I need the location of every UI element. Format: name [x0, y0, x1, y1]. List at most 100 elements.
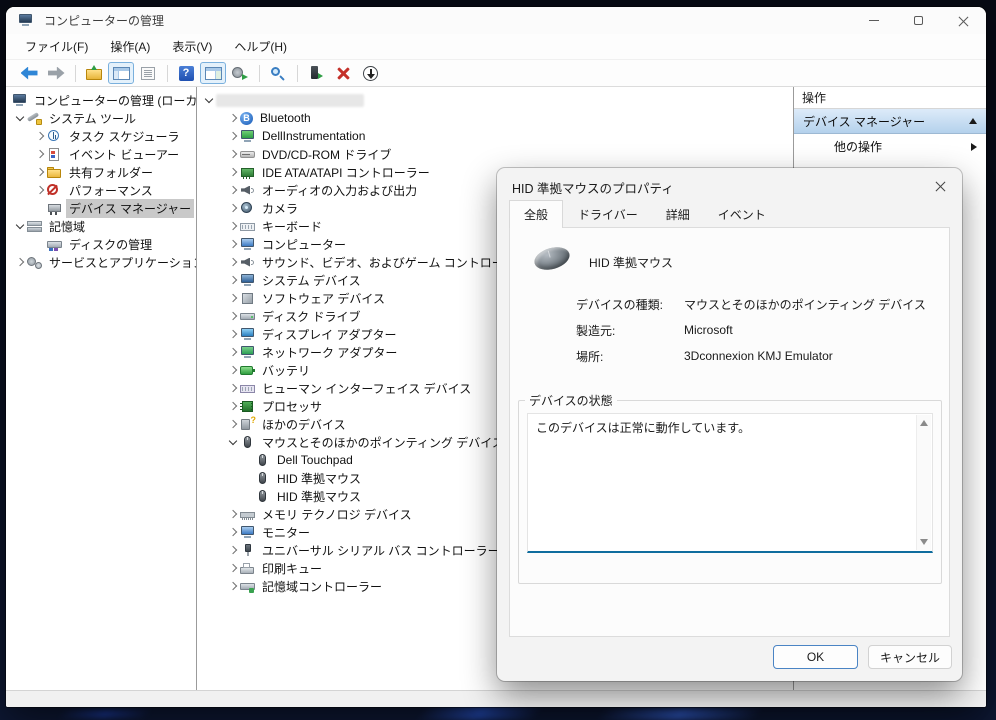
close-button[interactable]	[941, 7, 986, 34]
tree-item[interactable]	[197, 91, 793, 109]
help-button[interactable]	[173, 62, 199, 84]
tree-item-label: デバイス マネージャー	[66, 199, 194, 218]
other-devices-icon	[240, 418, 255, 431]
expand-chevron-icon[interactable]	[225, 381, 240, 396]
tab-events[interactable]: イベント	[705, 201, 779, 227]
collapse-chevron-icon[interactable]	[12, 219, 27, 234]
expand-chevron-icon[interactable]	[225, 219, 240, 234]
expand-chevron-icon[interactable]	[225, 525, 240, 540]
general-tab-page: HID 準拠マウス デバイスの種類:マウスとそのほかのポインティング デバイス製…	[509, 227, 950, 637]
ok-button[interactable]: OK	[773, 645, 858, 669]
expand-chevron-icon[interactable]	[225, 237, 240, 252]
update-driver-button[interactable]	[227, 62, 253, 84]
manage-computer-button[interactable]	[303, 62, 329, 84]
tree-item[interactable]: システム ツール	[6, 109, 196, 127]
expand-chevron-icon[interactable]	[225, 399, 240, 414]
expand-chevron-icon[interactable]	[225, 111, 240, 126]
task-scheduler-icon	[47, 130, 62, 143]
device-status-box[interactable]: このデバイスは正常に動作しています。	[527, 413, 933, 553]
export-list-button[interactable]	[135, 62, 161, 84]
tree-item[interactable]: 記憶域	[6, 217, 196, 235]
dialog-close-button[interactable]	[932, 177, 948, 193]
collapse-section-icon[interactable]	[969, 118, 977, 124]
collapse-chevron-icon[interactable]	[12, 111, 27, 126]
uninstall-device-icon	[337, 67, 350, 80]
expand-chevron-icon[interactable]	[225, 561, 240, 576]
expand-chevron-icon[interactable]	[225, 201, 240, 216]
expand-chevron-icon[interactable]	[225, 417, 240, 432]
help-icon	[179, 66, 194, 81]
memory-icon	[240, 508, 255, 521]
expand-chevron-icon[interactable]	[32, 147, 47, 162]
tab-details[interactable]: 詳細	[653, 201, 703, 227]
tree-item[interactable]: DVD/CD-ROM ドライブ	[197, 145, 793, 163]
uninstall-device-button[interactable]	[330, 62, 356, 84]
disable-device-button[interactable]	[357, 62, 383, 84]
dell-instrumentation-icon	[240, 130, 255, 143]
up-folder-button[interactable]	[81, 62, 107, 84]
cancel-button[interactable]: キャンセル	[868, 645, 952, 669]
expand-chevron-icon[interactable]	[32, 183, 47, 198]
collapse-chevron-icon[interactable]	[225, 435, 240, 450]
status-scrollbar[interactable]	[916, 415, 931, 550]
tree-item-label: 印刷キュー	[259, 559, 325, 578]
tree-item-label: 記憶域コントローラー	[259, 577, 385, 596]
scroll-up-icon[interactable]	[920, 420, 928, 426]
tree-item-label: ソフトウェア デバイス	[259, 289, 388, 308]
expand-chevron-icon[interactable]	[225, 273, 240, 288]
tree-item-label: 記憶域	[46, 217, 88, 236]
expand-chevron-icon[interactable]	[225, 579, 240, 594]
expand-chevron-icon[interactable]	[225, 183, 240, 198]
tree-item-label: タスク スケジューラ	[66, 127, 183, 146]
expand-chevron-icon[interactable]	[225, 255, 240, 270]
more-actions-item[interactable]: 他の操作	[794, 134, 986, 159]
actions-section-device-manager[interactable]: デバイス マネージャー	[794, 109, 986, 134]
collapse-chevron-icon[interactable]	[201, 93, 216, 108]
expand-chevron-icon[interactable]	[225, 327, 240, 342]
expand-chevron-icon[interactable]	[225, 165, 240, 180]
expand-chevron-icon[interactable]	[225, 291, 240, 306]
scan-hardware-button[interactable]	[265, 62, 291, 84]
expand-chevron-icon[interactable]	[225, 543, 240, 558]
tab-driver[interactable]: ドライバー	[565, 201, 651, 227]
tree-item[interactable]: 共有フォルダー	[6, 163, 196, 181]
tab-general[interactable]: 全般	[509, 200, 563, 228]
forward-button[interactable]	[43, 62, 69, 84]
expand-chevron-icon[interactable]	[32, 165, 47, 180]
expand-chevron-icon[interactable]	[225, 345, 240, 360]
scroll-down-icon[interactable]	[920, 539, 928, 545]
minimize-button[interactable]	[851, 7, 896, 34]
tree-item[interactable]: ディスクの管理	[6, 235, 196, 253]
expand-chevron-icon[interactable]	[12, 255, 27, 270]
tree-item-label: システム デバイス	[259, 271, 364, 290]
tree-item-label: オーディオの入力および出力	[259, 181, 420, 200]
tree-item[interactable]: イベント ビューアー	[6, 145, 196, 163]
expand-chevron-icon[interactable]	[225, 507, 240, 522]
maximize-button[interactable]	[896, 7, 941, 34]
tree-item[interactable]: DellInstrumentation	[197, 127, 793, 145]
action-pane-toggle-button[interactable]	[200, 62, 226, 84]
expand-chevron-icon[interactable]	[225, 129, 240, 144]
menu-item-1[interactable]: 操作(A)	[99, 34, 161, 59]
toolbar-separator	[297, 65, 298, 82]
menu-item-2[interactable]: 表示(V)	[161, 34, 223, 59]
tree-item[interactable]: サービスとアプリケーション	[6, 253, 196, 271]
tools-icon	[27, 112, 42, 125]
tree-item[interactable]: コンピューターの管理 (ローカル)	[6, 91, 196, 109]
tree-item[interactable]: Bluetooth	[197, 109, 793, 127]
console-tree-toggle-icon	[113, 67, 130, 80]
menu-item-3[interactable]: ヘルプ(H)	[223, 34, 298, 59]
tree-item[interactable]: タスク スケジューラ	[6, 127, 196, 145]
expand-chevron-icon[interactable]	[225, 147, 240, 162]
tree-item-label: メモリ テクノロジ デバイス	[259, 505, 415, 524]
tree-item[interactable]: パフォーマンス	[6, 181, 196, 199]
disk-management-icon	[47, 238, 62, 251]
console-tree-toggle-button[interactable]	[108, 62, 134, 84]
expand-chevron-icon[interactable]	[225, 363, 240, 378]
tree-item[interactable]: デバイス マネージャー	[6, 199, 196, 217]
back-button[interactable]	[16, 62, 42, 84]
toolbar-separator	[259, 65, 260, 82]
expand-chevron-icon[interactable]	[32, 129, 47, 144]
menu-item-0[interactable]: ファイル(F)	[14, 34, 99, 59]
expand-chevron-icon[interactable]	[225, 309, 240, 324]
